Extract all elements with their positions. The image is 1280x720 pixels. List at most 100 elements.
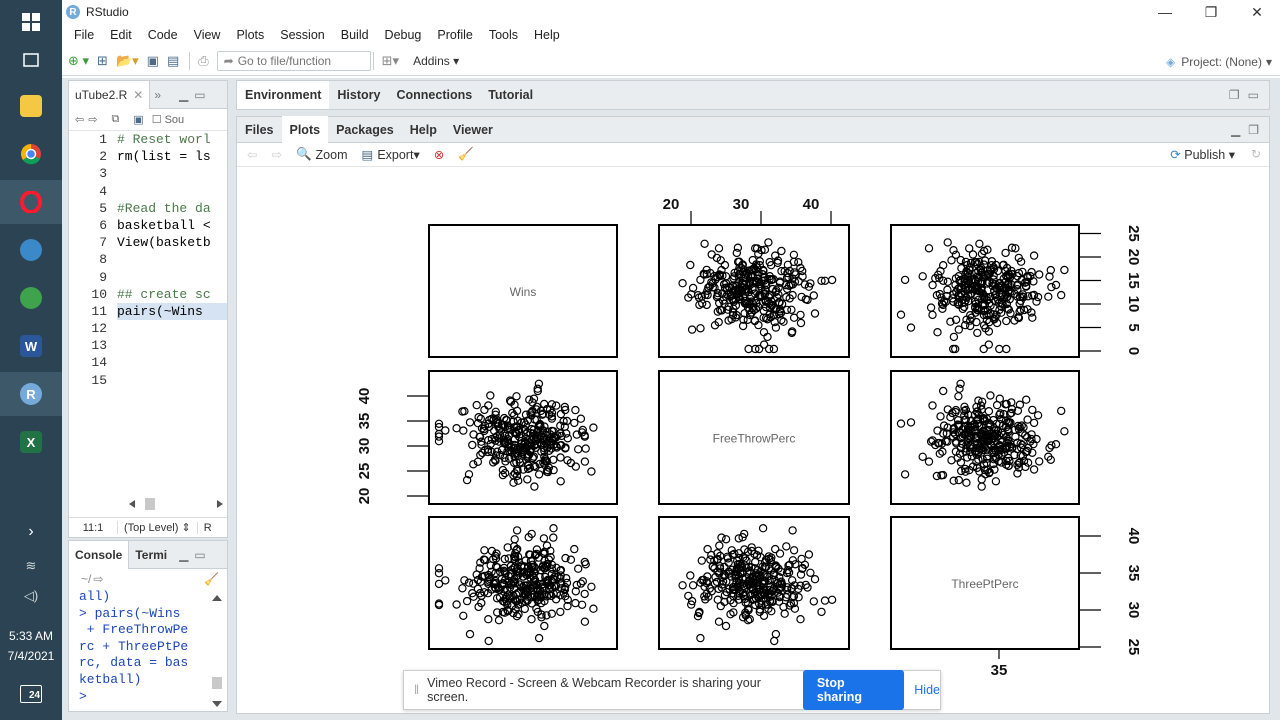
- minimize-button[interactable]: —: [1142, 0, 1188, 24]
- tab-plots[interactable]: Plots: [281, 115, 329, 144]
- next-plot-icon[interactable]: ⇨: [271, 147, 281, 162]
- code-line[interactable]: 4: [69, 183, 227, 200]
- close-button[interactable]: ✕: [1234, 0, 1280, 24]
- restore-pane-icon[interactable]: ❐: [1248, 123, 1259, 137]
- taskbar-app-4[interactable]: [0, 228, 62, 272]
- zoom-button[interactable]: 🔍 Zoom: [296, 147, 348, 162]
- tab-tutorial[interactable]: Tutorial: [480, 81, 541, 109]
- tab-viewer[interactable]: Viewer: [445, 116, 501, 144]
- menu-build[interactable]: Build: [333, 28, 377, 42]
- menu-code[interactable]: Code: [140, 28, 186, 42]
- tab-files[interactable]: Files: [237, 116, 282, 144]
- taskbar-chrome[interactable]: [0, 132, 62, 176]
- horizontal-scrollbar[interactable]: [129, 497, 223, 511]
- task-view-button[interactable]: [0, 38, 62, 82]
- tab-packages[interactable]: Packages: [328, 116, 402, 144]
- print-icon[interactable]: ⎙: [198, 53, 208, 69]
- open-file-icon[interactable]: 📂▾: [116, 53, 139, 69]
- tab-console[interactable]: Console: [69, 540, 130, 569]
- scope-indicator[interactable]: (Top Level) ⇕: [117, 521, 191, 534]
- code-line[interactable]: 10 ## create sc: [69, 286, 227, 303]
- menu-help[interactable]: Help: [526, 28, 568, 42]
- taskbar-clock[interactable]: 5:33 AM 7/4/2021: [0, 626, 62, 666]
- maximize-pane-icon[interactable]: ▭: [194, 548, 205, 562]
- refresh-plot-icon[interactable]: ↻: [1251, 147, 1261, 161]
- minimize-pane-icon[interactable]: ▁: [179, 548, 188, 562]
- code-line[interactable]: 1 # Reset worl: [69, 131, 227, 148]
- taskbar-file-explorer[interactable]: [0, 84, 62, 128]
- code-editor[interactable]: 1 # Reset worl 2 rm(list = ls 3 4 5 #Read the d…: [69, 131, 227, 501]
- forward-arrow-icon[interactable]: ⇨: [88, 113, 97, 126]
- remove-plot-icon[interactable]: ⊗: [434, 147, 444, 162]
- minimize-pane-icon[interactable]: ▁: [1231, 123, 1240, 137]
- maximize-pane-icon[interactable]: ▭: [1248, 88, 1259, 102]
- taskbar-rstudio[interactable]: R: [0, 372, 62, 416]
- previous-plot-icon[interactable]: ⇦: [247, 147, 257, 162]
- taskbar-app-5[interactable]: [0, 276, 62, 320]
- export-button[interactable]: ▤ Export ▾: [362, 147, 420, 163]
- volume-button[interactable]: ◁): [0, 574, 62, 618]
- code-line[interactable]: 8: [69, 251, 227, 268]
- console-line: rc + ThreePtPe: [79, 638, 189, 654]
- file-type[interactable]: R: [196, 521, 212, 534]
- code-line[interactable]: 9: [69, 269, 227, 286]
- publish-button[interactable]: ⟳ Publish ▾: [1170, 147, 1235, 162]
- more-tabs-icon[interactable]: »: [154, 88, 161, 102]
- save-all-icon[interactable]: ▤: [167, 53, 179, 69]
- grid-layout-icon[interactable]: ⊞▾: [382, 53, 399, 69]
- goto-file-function-box[interactable]: ➦: [216, 50, 371, 71]
- clear-console-icon[interactable]: 🧹: [204, 572, 219, 586]
- menu-plots[interactable]: Plots: [228, 28, 272, 42]
- code-line[interactable]: 5 #Read the da: [69, 200, 227, 217]
- clear-all-plots-icon[interactable]: 🧹: [458, 147, 474, 162]
- tab-help[interactable]: Help: [402, 116, 445, 144]
- maximize-pane-icon[interactable]: ▭: [194, 88, 205, 102]
- minimize-pane-icon[interactable]: ▁: [179, 88, 188, 102]
- addins-menu[interactable]: Addins ▾: [413, 54, 459, 68]
- tab-environment[interactable]: Environment: [237, 81, 330, 109]
- hide-banner-button[interactable]: Hide: [914, 683, 940, 697]
- save-source-icon[interactable]: ▣: [133, 113, 143, 126]
- show-in-window-icon[interactable]: ⧉: [111, 113, 119, 126]
- tab-connections[interactable]: Connections: [388, 81, 480, 109]
- code-line[interactable]: 7 View(basketb: [69, 234, 227, 251]
- menu-tools[interactable]: Tools: [481, 28, 526, 42]
- source-on-save-checkbox[interactable]: ☐: [152, 113, 162, 126]
- tab-terminal[interactable]: Termi: [129, 541, 173, 569]
- restore-button[interactable]: ❐: [1188, 0, 1234, 24]
- project-menu[interactable]: ◈ Project: (None) ▾: [1166, 55, 1272, 69]
- close-tab-icon[interactable]: ✕: [133, 88, 143, 102]
- code-line[interactable]: 2 rm(list = ls: [69, 148, 227, 165]
- drag-handle-icon[interactable]: ‖: [414, 683, 419, 697]
- code-line[interactable]: 12: [69, 320, 227, 337]
- go-to-dir-icon[interactable]: ⇨: [93, 572, 103, 586]
- console-output[interactable]: all) > pairs(~Wins + FreeThrowPe rc + Thre…: [69, 589, 227, 705]
- menu-edit[interactable]: Edit: [102, 28, 140, 42]
- save-icon[interactable]: ▣: [147, 53, 159, 69]
- back-arrow-icon[interactable]: ⇦: [75, 113, 84, 126]
- menu-profile[interactable]: Profile: [429, 28, 480, 42]
- code-line[interactable]: 14: [69, 354, 227, 371]
- source-tab[interactable]: uTube2.R ✕: [69, 80, 151, 109]
- menu-debug[interactable]: Debug: [377, 28, 430, 42]
- notifications-button[interactable]: 24: [0, 672, 62, 716]
- goto-input[interactable]: [237, 53, 358, 68]
- menu-file[interactable]: File: [66, 28, 102, 42]
- code-line[interactable]: 11 pairs(~Wins: [69, 302, 227, 321]
- new-project-icon[interactable]: ⊞: [97, 53, 108, 69]
- menu-session[interactable]: Session: [272, 28, 332, 42]
- taskbar-opera[interactable]: [0, 180, 62, 224]
- scatter-point: [796, 615, 805, 624]
- new-file-icon[interactable]: ⊕ ▾: [68, 53, 89, 69]
- code-line[interactable]: 3: [69, 165, 227, 182]
- stop-sharing-button[interactable]: Stop sharing: [802, 670, 905, 710]
- tab-history[interactable]: History: [329, 81, 388, 109]
- code-line[interactable]: 15: [69, 372, 227, 389]
- menu-view[interactable]: View: [186, 28, 229, 42]
- code-line[interactable]: 6 basketball <: [69, 217, 227, 234]
- restore-pane-icon[interactable]: ❐: [1229, 88, 1240, 102]
- console-scrollbar[interactable]: [211, 593, 223, 709]
- code-line[interactable]: 13: [69, 337, 227, 354]
- taskbar-word[interactable]: W: [0, 324, 62, 368]
- taskbar-excel[interactable]: X: [0, 420, 62, 464]
